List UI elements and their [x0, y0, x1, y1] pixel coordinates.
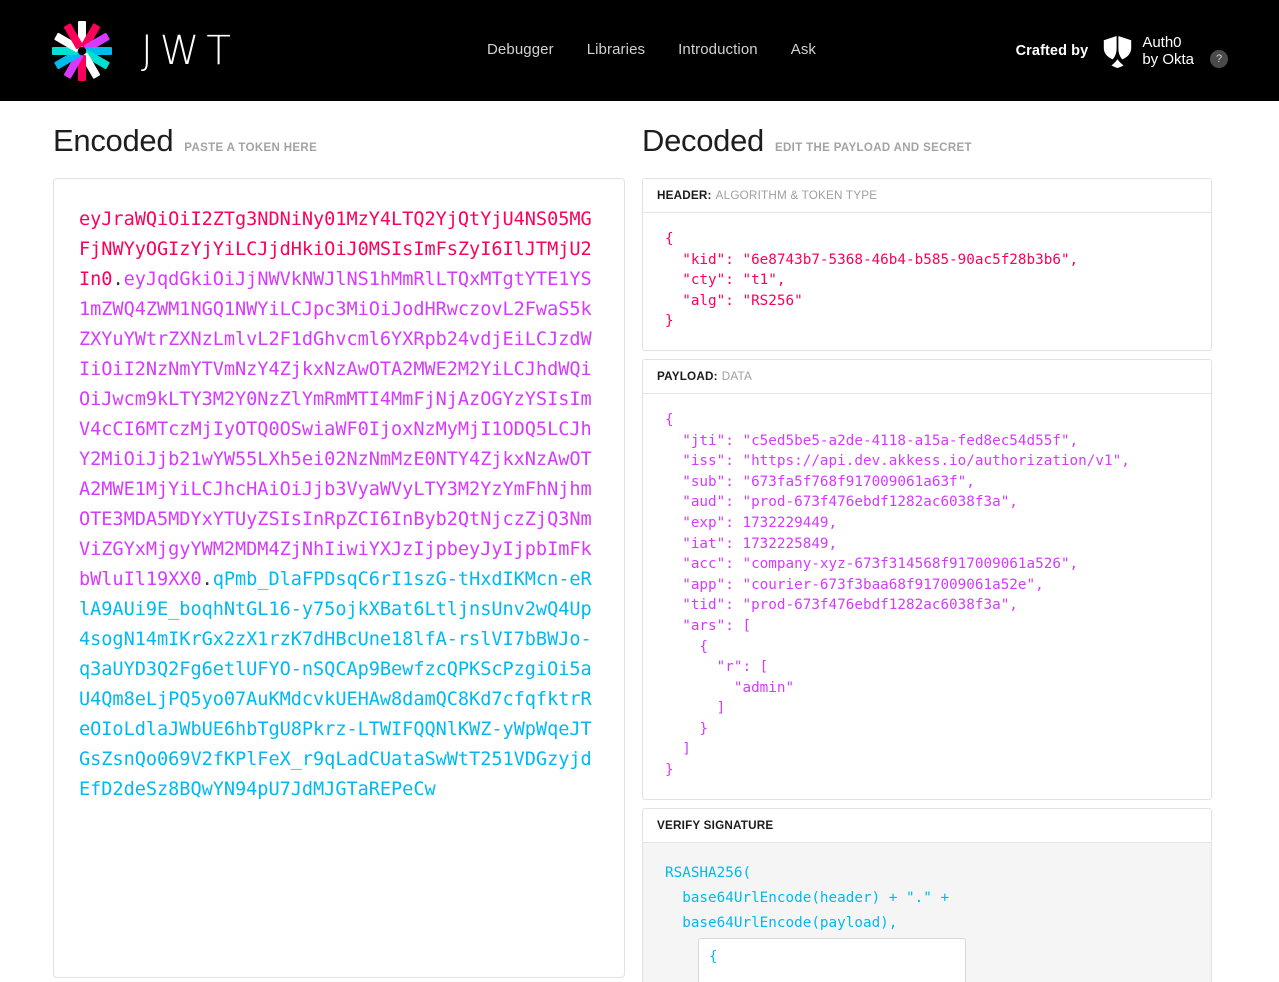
- payload-panel-json[interactable]: { "jti": "c5ed5be5-a2de-4118-a15a-fed8ec…: [643, 394, 1211, 799]
- token-separator-2: .: [202, 569, 213, 590]
- public-key-input[interactable]: [698, 938, 966, 982]
- nav-item-ask[interactable]: Ask: [791, 41, 816, 58]
- auth0-name: Auth0: [1142, 34, 1194, 51]
- header-panel-label: HEADER: ALGORITHM & TOKEN TYPE: [643, 179, 1211, 213]
- signature-panel-label: VERIFY SIGNATURE: [643, 809, 1211, 843]
- header-panel: HEADER: ALGORITHM & TOKEN TYPE { "kid": "…: [642, 178, 1212, 351]
- encoded-title: Encoded: [53, 123, 173, 159]
- token-text[interactable]: eyJraWQiOiI2ZTg3NDNiNy01MzY4LTQ2YjQtYjU4…: [79, 205, 599, 805]
- signature-line-2: base64UrlEncode(header) + "." +: [665, 890, 949, 906]
- signature-line-3: base64UrlEncode(payload),: [665, 915, 897, 931]
- jwt-logo-icon: [51, 20, 113, 82]
- decoded-panels: HEADER: ALGORITHM & TOKEN TYPE { "kid": "…: [642, 178, 1212, 982]
- payload-panel-sublabel: DATA: [722, 370, 752, 383]
- decoded-heading: Decoded EDIT THE PAYLOAD AND SECRET: [639, 101, 1279, 159]
- crafted-by-block: Crafted by Auth0 by Okta ?: [1016, 34, 1228, 68]
- help-icon[interactable]: ?: [1210, 50, 1228, 68]
- signature-formula: RSASHA256( base64UrlEncode(header) + "."…: [643, 843, 1211, 982]
- encoded-heading: Encoded PASTE A TOKEN HERE: [0, 101, 639, 159]
- decoded-subtitle: EDIT THE PAYLOAD AND SECRET: [775, 142, 972, 154]
- auth0-wordmark: Auth0 by Okta: [1142, 34, 1194, 68]
- site-header: JWT Debugger Libraries Introduction Ask …: [0, 0, 1279, 101]
- nav-item-introduction[interactable]: Introduction: [678, 41, 758, 58]
- encoded-token-input[interactable]: eyJraWQiOiI2ZTg3NDNiNy01MzY4LTQ2YjQtYjU4…: [53, 178, 625, 978]
- main-nav: Debugger Libraries Introduction Ask: [487, 41, 816, 58]
- nav-item-debugger[interactable]: Debugger: [487, 41, 554, 58]
- token-signature-segment: qPmb_DlaFPDsqC6rI1szG-tHxdIKMcn-eRlA9AUi…: [79, 569, 592, 800]
- signature-panel: VERIFY SIGNATURE RSASHA256( base64UrlEnc…: [642, 808, 1212, 982]
- brand[interactable]: JWT: [51, 20, 238, 82]
- payload-panel-label-text: PAYLOAD:: [657, 370, 718, 383]
- nav-item-libraries[interactable]: Libraries: [587, 41, 645, 58]
- payload-panel-label: PAYLOAD: DATA: [643, 360, 1211, 394]
- decoded-column: Decoded EDIT THE PAYLOAD AND SECRET HEAD…: [639, 101, 1279, 982]
- payload-panel: PAYLOAD: DATA { "jti": "c5ed5be5-a2de-411…: [642, 359, 1212, 800]
- crafted-by-label: Crafted by: [1016, 43, 1089, 59]
- token-payload-segment: eyJqdGkiOiJjNWVkNWJlNS1hMmRlLTQxMTgtYTE1…: [79, 269, 592, 590]
- encoded-column: Encoded PASTE A TOKEN HERE eyJraWQiOiI2Z…: [0, 101, 639, 982]
- header-panel-sublabel: ALGORITHM & TOKEN TYPE: [716, 189, 878, 202]
- decoded-title: Decoded: [642, 123, 764, 159]
- encoded-subtitle: PASTE A TOKEN HERE: [184, 142, 317, 154]
- auth0-byline: by Okta: [1142, 51, 1194, 68]
- signature-algorithm-line: RSASHA256(: [665, 865, 751, 881]
- header-panel-json[interactable]: { "kid": "6e8743b7-5368-46b4-b585-90ac5f…: [643, 213, 1211, 350]
- signature-panel-label-text: VERIFY SIGNATURE: [657, 819, 773, 832]
- main-content: Encoded PASTE A TOKEN HERE eyJraWQiOiI2Z…: [0, 101, 1279, 982]
- auth0-shield-icon: [1102, 34, 1133, 68]
- header-panel-label-text: HEADER:: [657, 189, 712, 202]
- jwt-wordmark: JWT: [141, 31, 238, 71]
- token-separator-1: .: [112, 269, 123, 290]
